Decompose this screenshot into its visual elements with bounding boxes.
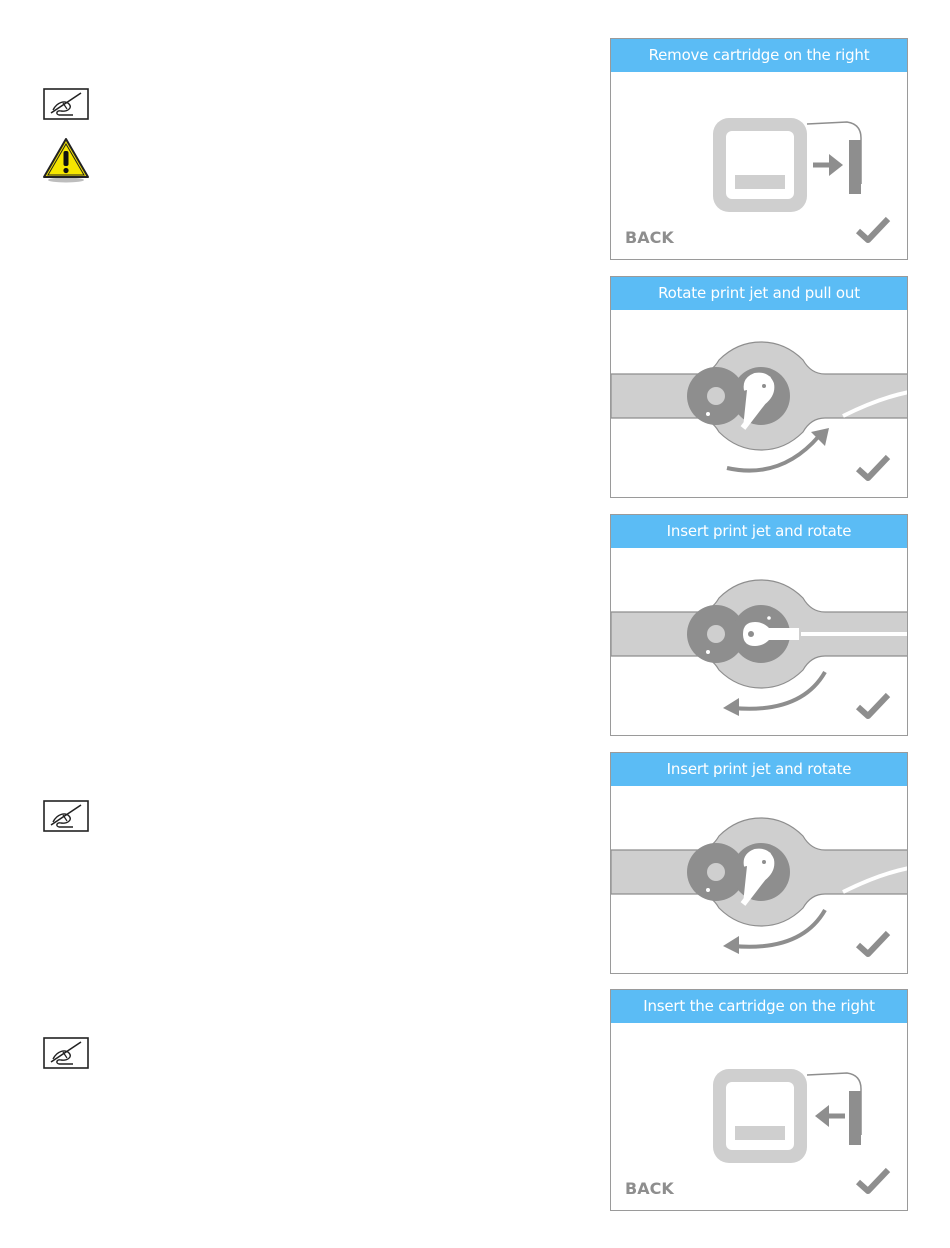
warning-icon bbox=[43, 138, 89, 183]
note-icon bbox=[43, 1037, 89, 1069]
panel-title: Insert print jet and rotate bbox=[611, 753, 907, 786]
checkmark-icon[interactable] bbox=[855, 1166, 891, 1196]
back-button[interactable]: BACK bbox=[625, 228, 674, 247]
checkmark-icon[interactable] bbox=[855, 929, 891, 959]
screen-panel-rotate-pull-out: Rotate print jet and pull out bbox=[610, 276, 908, 498]
panel-title: Insert the cartridge on the right bbox=[611, 990, 907, 1023]
screen-panel-insert-rotate: Insert print jet and rotate bbox=[610, 752, 908, 974]
checkmark-icon[interactable] bbox=[855, 691, 891, 721]
panel-title: Rotate print jet and pull out bbox=[611, 277, 907, 310]
screen-panel-insert-cartridge: Insert the cartridge on the right BACK bbox=[610, 989, 908, 1211]
checkmark-icon[interactable] bbox=[855, 215, 891, 245]
note-icon bbox=[43, 88, 89, 120]
panel-title: Insert print jet and rotate bbox=[611, 515, 907, 548]
note-icon bbox=[43, 800, 89, 832]
panel-title: Remove cartridge on the right bbox=[611, 39, 907, 72]
screen-panel-remove-cartridge: Remove cartridge on the right BACK bbox=[610, 38, 908, 260]
checkmark-icon[interactable] bbox=[855, 453, 891, 483]
back-button[interactable]: BACK bbox=[625, 1179, 674, 1198]
screen-panel-insert-rotate: Insert print jet and rotate bbox=[610, 514, 908, 736]
